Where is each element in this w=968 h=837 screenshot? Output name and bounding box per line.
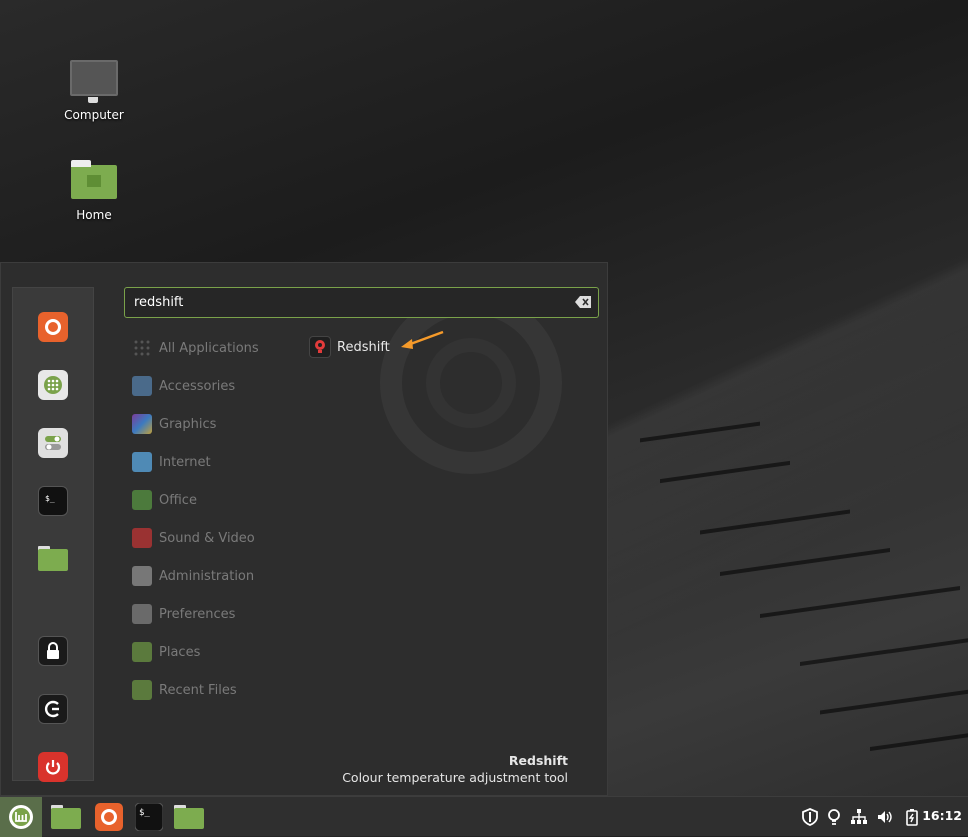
svg-text:$_: $_ [139, 808, 150, 818]
files-icon[interactable] [38, 544, 68, 574]
description-title: Redshift [508, 753, 568, 768]
category-office[interactable]: Office [132, 489, 197, 511]
files-icon [51, 805, 81, 829]
logout-icon[interactable] [38, 694, 68, 724]
desktop-home[interactable]: Home [49, 160, 139, 222]
desktop-computer-label: Computer [64, 108, 124, 122]
category-accessories[interactable]: Accessories [132, 375, 235, 397]
document-icon [132, 490, 152, 510]
category-label: Graphics [159, 416, 217, 432]
category-places[interactable]: Places [132, 641, 200, 663]
category-label: Places [159, 644, 201, 660]
folder-icon [132, 642, 152, 662]
desktop-home-label: Home [76, 208, 112, 222]
computer-icon [70, 60, 118, 103]
application-menu: $_ All Applications Accessories Graphics… [0, 262, 608, 796]
grid-icon [134, 340, 150, 356]
category-administration[interactable]: Administration [132, 565, 254, 587]
svg-text:$_: $_ [45, 494, 55, 503]
volume-icon[interactable] [876, 808, 894, 826]
firefox-icon[interactable] [38, 312, 68, 342]
redshift-bulb-icon[interactable] [825, 808, 843, 826]
result-redshift[interactable]: Redshift [309, 336, 390, 358]
arrow-annotation-icon [401, 330, 444, 349]
terminal-icon: $_ [135, 803, 163, 831]
app-description: Redshift Colour temperature adjustment t… [342, 753, 568, 785]
category-graphics[interactable]: Graphics [132, 413, 216, 435]
mint-logo-icon [9, 805, 33, 829]
software-manager-icon[interactable] [38, 370, 68, 400]
description-text: Colour temperature adjustment tool [342, 770, 568, 785]
clock[interactable]: 16:12 [922, 808, 962, 823]
category-recent-files[interactable]: Recent Files [132, 679, 237, 701]
battery-icon[interactable] [903, 808, 921, 826]
category-all-applications[interactable]: All Applications [132, 337, 259, 359]
palette-icon [132, 414, 152, 434]
panel-files-launcher[interactable] [50, 801, 82, 833]
clock-folder-icon [132, 680, 152, 700]
terminal-icon[interactable]: $_ [38, 486, 68, 516]
bottom-panel: $_ 16:12 [0, 796, 968, 837]
clear-search-icon[interactable] [575, 296, 591, 308]
panel-files-launcher-2[interactable] [173, 801, 205, 833]
shield-icon[interactable] [801, 808, 819, 826]
power-icon[interactable] [38, 752, 68, 782]
category-label: All Applications [159, 340, 259, 356]
lock-icon[interactable] [38, 636, 68, 666]
cloud-icon [132, 452, 152, 472]
search-input[interactable] [124, 287, 599, 318]
lightbulb-icon [309, 336, 331, 358]
play-icon [132, 528, 152, 548]
scissors-icon [132, 376, 152, 396]
category-sound-video[interactable]: Sound & Video [132, 527, 255, 549]
category-label: Preferences [159, 606, 236, 622]
toggle-icon [132, 566, 152, 586]
result-label: Redshift [337, 339, 390, 355]
firefox-icon [95, 803, 123, 831]
settings-icon [132, 604, 152, 624]
category-preferences[interactable]: Preferences [132, 603, 235, 625]
category-label: Accessories [159, 378, 236, 394]
category-label: Administration [159, 568, 255, 584]
panel-terminal-launcher[interactable]: $_ [133, 801, 165, 833]
panel-firefox-launcher[interactable] [93, 801, 125, 833]
category-label: Office [159, 492, 197, 508]
category-label: Sound & Video [159, 530, 255, 546]
menu-button[interactable] [0, 797, 42, 837]
favorites-sidebar: $_ [12, 287, 94, 782]
category-label: Internet [159, 454, 211, 470]
category-label: Recent Files [159, 682, 237, 698]
files-icon [174, 805, 204, 829]
settings-icon[interactable] [38, 428, 68, 458]
home-folder-icon [71, 160, 117, 199]
network-icon[interactable] [850, 808, 868, 826]
desktop-computer[interactable]: Computer [49, 60, 139, 122]
category-internet[interactable]: Internet [132, 451, 211, 473]
